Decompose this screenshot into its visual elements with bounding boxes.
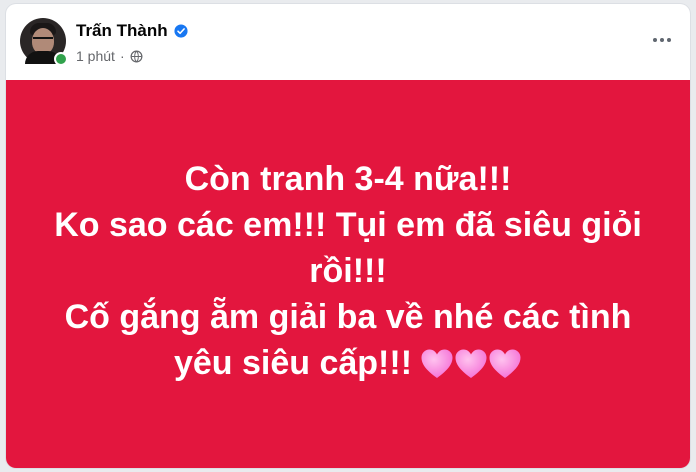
more-horizontal-icon: [653, 38, 657, 42]
post-text-line: Cố gắng ẵm giải ba về nhé các tình: [64, 297, 632, 336]
hearts-emoji-group: [420, 342, 522, 388]
meta-separator: ·: [119, 48, 125, 64]
post-text-line: Còn tranh 3-4 nữa!!!: [184, 159, 512, 198]
post-timestamp[interactable]: 1 phút: [76, 48, 115, 64]
post-meta: 1 phút ·: [76, 47, 143, 65]
online-status-dot: [54, 52, 68, 66]
post-card: Trấn Thành 1 phút · Còn tranh 3-4 nữa!!!…: [6, 4, 690, 468]
globe-icon[interactable]: [130, 50, 143, 63]
post-header: Trấn Thành 1 phút ·: [6, 4, 690, 80]
author-name[interactable]: Trấn Thành: [76, 21, 168, 41]
post-content: Còn tranh 3-4 nữa!!! Ko sao các em!!! Tụ…: [6, 80, 690, 468]
pink-heart-icon: [489, 349, 521, 379]
post-text: Còn tranh 3-4 nữa!!! Ko sao các em!!! Tụ…: [38, 156, 658, 388]
author-row: Trấn Thành: [76, 20, 188, 42]
post-text-line: rồi!!!: [309, 251, 387, 290]
pink-heart-icon: [421, 349, 453, 379]
post-text-line-last: yêu siêu cấp!!!: [38, 340, 658, 388]
verified-badge-icon: [174, 24, 188, 38]
more-options-button[interactable]: [644, 26, 680, 54]
pink-heart-icon: [455, 349, 487, 379]
post-text-line: yêu siêu cấp!!!: [173, 343, 413, 382]
post-text-line: Ko sao các em!!! Tụi em đã siêu giỏi: [54, 205, 642, 244]
